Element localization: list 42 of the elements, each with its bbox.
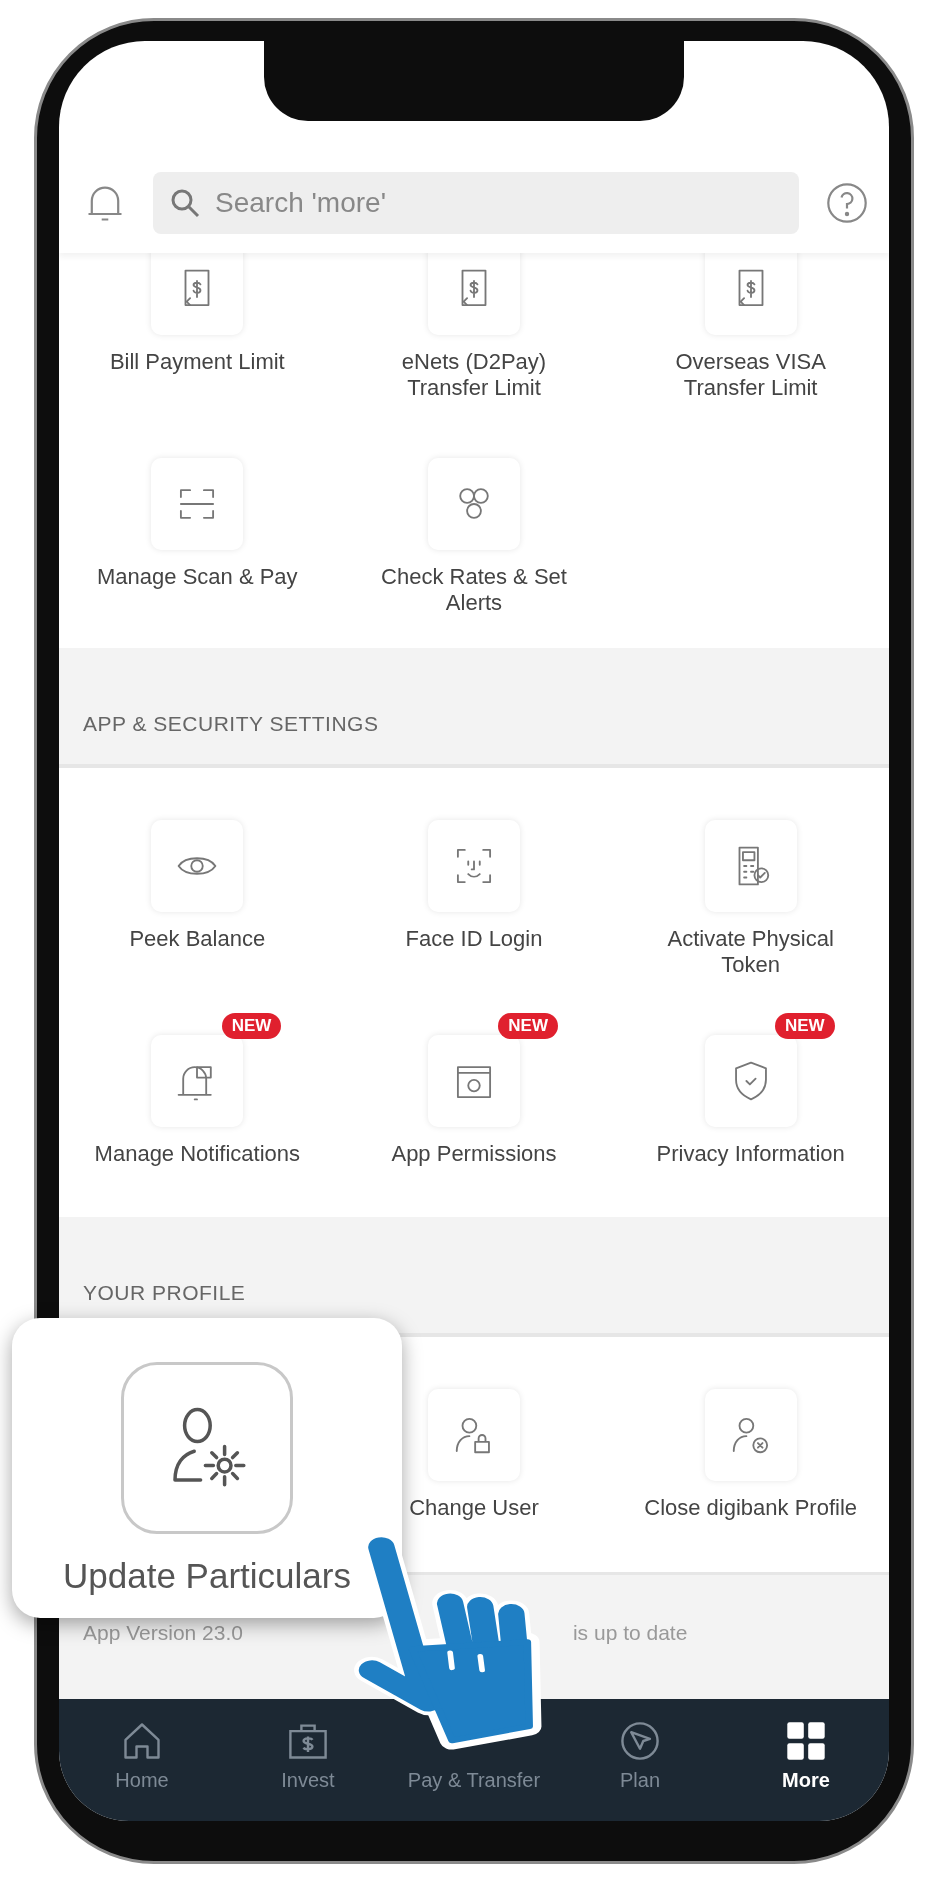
tile-label: Bill Payment Limit	[109, 349, 285, 376]
icon-tile[interactable]	[428, 820, 520, 912]
tile-label: Privacy Information	[656, 1140, 845, 1168]
search-icon	[169, 187, 201, 219]
icon-tile[interactable]	[704, 1034, 797, 1127]
tile-label: Manage Scan & Pay	[97, 563, 298, 591]
tile-label: App Permissions	[391, 1140, 557, 1168]
icon-tile[interactable]	[428, 1034, 520, 1127]
nav-tab[interactable]: More	[782, 1768, 830, 1792]
nav-tab[interactable]: Invest	[281, 1768, 335, 1792]
app-version-text: App Version 23.0	[83, 1620, 243, 1646]
icon-tile[interactable]	[151, 253, 244, 335]
tile-label: Overseas VISA Transfer Limit	[674, 349, 827, 402]
icon-tile[interactable]	[151, 457, 244, 550]
tile-label: Peek Balance	[129, 926, 266, 953]
tile-label: Check Rates & Set Alerts	[380, 563, 568, 617]
update-status-text: is up to date	[572, 1620, 688, 1646]
icon-tile[interactable]	[704, 1389, 797, 1482]
tile-label: Face ID Login	[405, 926, 543, 953]
icon-tile[interactable]	[151, 820, 244, 912]
tile-label: Change User	[409, 1495, 539, 1522]
tile-label: Activate Physical Token	[666, 926, 835, 979]
tile-label: Update Particulars	[63, 1556, 351, 1596]
tile-label: Manage Notifications	[94, 1140, 301, 1168]
icon-tile[interactable]	[428, 1389, 520, 1482]
icon-tile[interactable]	[428, 457, 520, 550]
nav-tab[interactable]: Plan	[620, 1768, 660, 1792]
search-field[interactable]: Search 'more'	[153, 172, 799, 234]
icon-tile[interactable]	[151, 1034, 244, 1127]
new-badge: NEW	[498, 1012, 558, 1039]
tile-label: eNets (D2Pay) Transfer Limit	[400, 349, 548, 402]
help-icon[interactable]	[825, 181, 869, 225]
section-title: YOUR PROFILE	[59, 1217, 889, 1338]
section-title: APP & SECURITY SETTINGS	[59, 648, 889, 768]
icon-tile[interactable]	[704, 253, 797, 335]
icon-tile[interactable]	[428, 253, 520, 335]
icon-tile[interactable]	[704, 820, 797, 912]
nav-tab[interactable]: Pay & Transfer	[407, 1768, 541, 1792]
nav-tab[interactable]: Home	[115, 1768, 169, 1792]
tile-label: Close digibank Profile	[644, 1495, 858, 1522]
new-badge: NEW	[775, 1012, 835, 1039]
new-badge: NEW	[221, 1012, 282, 1039]
